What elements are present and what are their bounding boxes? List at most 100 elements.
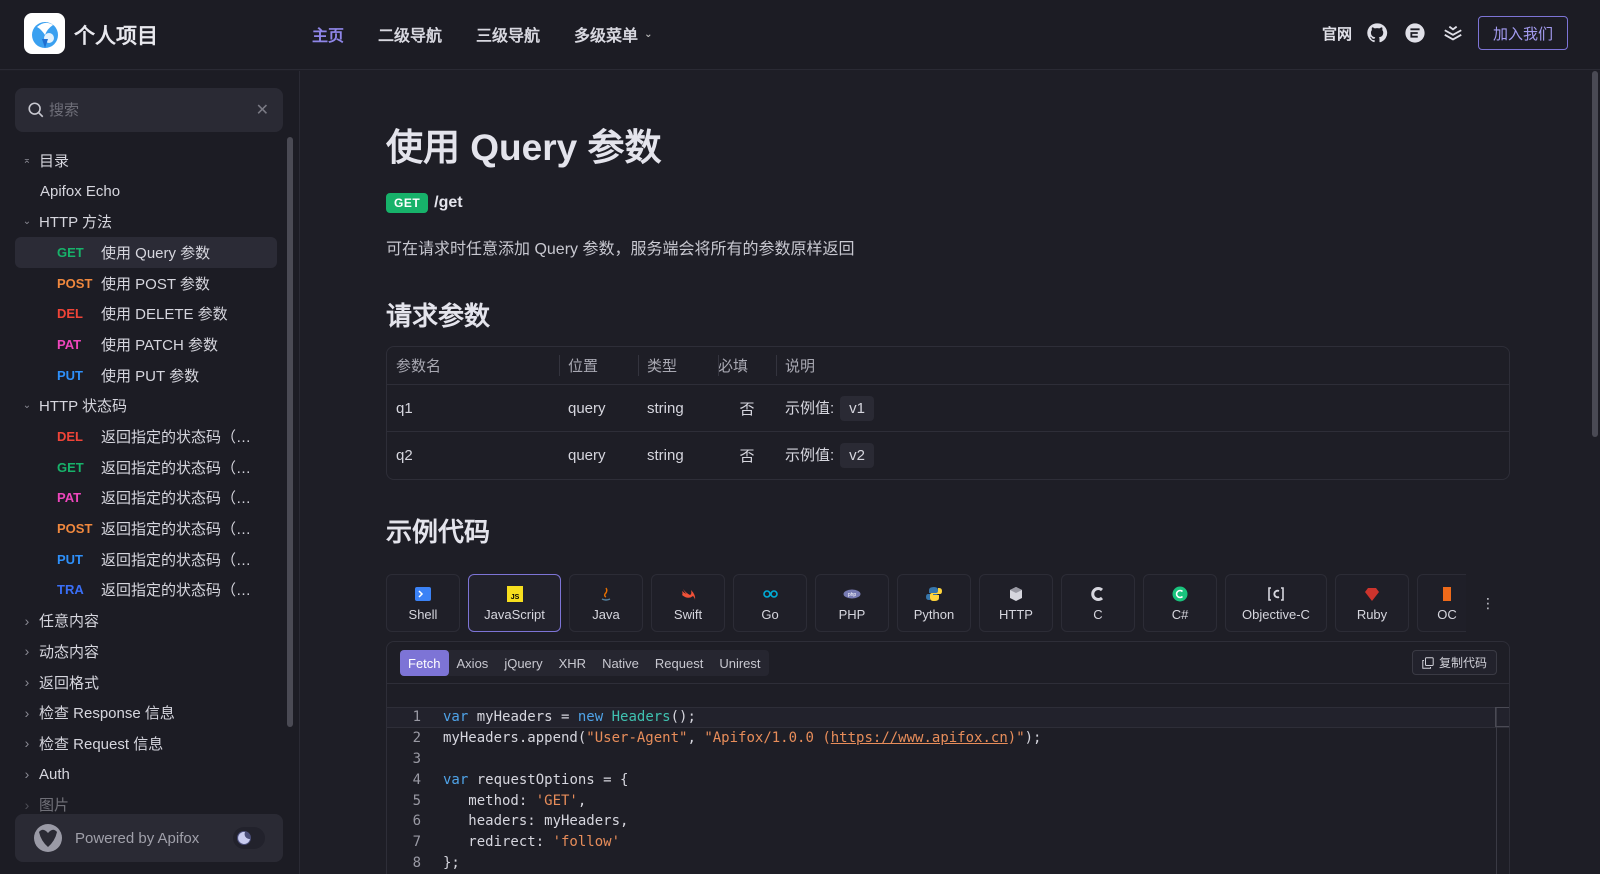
lang-tab-go[interactable]: Go xyxy=(733,574,807,632)
collapse-all-icon[interactable]: ⌅ xyxy=(15,155,39,166)
method-tag: PAT xyxy=(57,336,82,352)
chevron-right-icon[interactable]: › xyxy=(15,643,39,659)
nav-tertiary[interactable]: 三级导航 xyxy=(476,22,540,46)
sidebar-folder[interactable]: › 任意内容 xyxy=(15,605,277,636)
main-scrollbar[interactable] xyxy=(1592,71,1598,437)
chevron-down-icon[interactable]: ⌄ xyxy=(15,400,39,411)
join-us-button[interactable]: 加入我们 xyxy=(1477,16,1568,50)
sidebar-folder[interactable]: › 返回格式 xyxy=(15,667,277,698)
lib-tab-xhr[interactable]: XHR xyxy=(551,650,594,676)
lib-tab-axios[interactable]: Axios xyxy=(449,650,497,676)
code-editor[interactable]: 1 var myHeaders = new Headers(); 2 myHeade… xyxy=(387,707,1509,873)
lang-name: JavaScript xyxy=(484,606,545,622)
lang-tab-swift[interactable]: Swift xyxy=(651,574,725,632)
sidebar-folder[interactable]: ⌄ HTTP 状态码 xyxy=(15,391,277,422)
sidebar-api-item[interactable]: POST 使用 POST 参数 xyxy=(15,268,277,299)
search-input[interactable] xyxy=(49,101,249,119)
github-icon[interactable] xyxy=(1364,20,1390,46)
sidebar-api-item[interactable]: PAT 返回指定的状态码（可... xyxy=(15,483,277,514)
sidebar-folder[interactable]: › Auth xyxy=(15,759,277,790)
endpoint-path: /get xyxy=(434,194,463,211)
lib-tab-jquery[interactable]: jQuery xyxy=(496,650,550,676)
more-languages-button[interactable]: ⋮ xyxy=(1466,574,1510,632)
chevron-right-icon[interactable]: › xyxy=(15,705,39,721)
lang-tab-python[interactable]: Python xyxy=(897,574,971,632)
code-line: 5 method: 'GET', xyxy=(387,790,1509,811)
sidebar-folder-label: Auth xyxy=(39,765,70,783)
endpoint-description: 可在请求时任意添加 Query 参数，服务端会将所有的参数原样返回 xyxy=(386,241,855,258)
sidebar-item-label: 使用 PUT 参数 xyxy=(101,367,200,385)
gitee-icon[interactable] xyxy=(1402,20,1428,46)
chevron-right-icon[interactable]: › xyxy=(15,797,39,813)
line-number: 1 xyxy=(412,709,421,726)
nav-multilevel-label: 多级菜单 xyxy=(574,28,639,45)
code-line: 2 myHeaders.append("User-Agent", "Apifox/… xyxy=(387,728,1509,749)
sidebar-folder-label: 检查 Request 信息 xyxy=(39,735,164,753)
lang-tab-ruby[interactable]: Ruby xyxy=(1335,574,1409,632)
lang-tab-objective-c[interactable]: Objective-C xyxy=(1225,574,1327,632)
method-tag: POST xyxy=(57,275,93,291)
sidebar-folder-label: 动态内容 xyxy=(39,643,100,661)
sidebar-api-item[interactable]: DEL 返回指定的状态码（可... xyxy=(15,421,277,452)
sidebar-item-label: Apifox Echo xyxy=(40,182,121,200)
code-scrollbar[interactable] xyxy=(1495,707,1509,727)
ruby-icon xyxy=(1363,585,1381,603)
chevron-down-icon[interactable]: ⌄ xyxy=(15,216,39,227)
sidebar-api-item[interactable]: PUT 返回指定的状态码（可... xyxy=(15,544,277,575)
table-row: q1 query string 否 示例值: v1 xyxy=(387,385,1509,432)
lib-tab-request[interactable]: Request xyxy=(647,650,711,676)
sidebar-api-item[interactable]: GET 使用 Query 参数 xyxy=(15,237,277,268)
layers-icon[interactable] xyxy=(1440,20,1466,46)
code-panel: Fetch Axios jQuery XHR Native Request Un… xyxy=(386,641,1510,874)
chevron-right-icon[interactable]: › xyxy=(15,735,39,751)
sidebar-api-item[interactable]: POST 返回指定的状态码（可... xyxy=(15,513,277,544)
chevron-down-icon: ⌄ xyxy=(644,28,653,40)
sidebar-folder[interactable]: › 检查 Response 信息 xyxy=(15,697,277,728)
sidebar-item-label: 使用 Query 参数 xyxy=(101,244,211,262)
lib-tab-native[interactable]: Native xyxy=(594,650,647,676)
sidebar-folder-label: HTTP 状态码 xyxy=(39,398,128,416)
sidebar-item[interactable]: Apifox Echo xyxy=(15,176,277,207)
ocaml-icon xyxy=(1438,585,1456,603)
method-tag: DEL xyxy=(57,306,83,322)
official-site-link[interactable]: 官网 xyxy=(1322,23,1352,44)
lang-tab-php[interactable]: php PHP xyxy=(815,574,889,632)
sidebar-api-item[interactable]: TRA 返回指定的状态码（可... xyxy=(15,575,277,606)
lib-tab-fetch[interactable]: Fetch xyxy=(400,650,449,676)
lang-tab-java[interactable]: Java xyxy=(569,574,643,632)
lang-tab-http[interactable]: HTTP xyxy=(979,574,1053,632)
lang-name: OC xyxy=(1437,606,1457,622)
chevron-right-icon[interactable]: › xyxy=(15,613,39,629)
sidebar-api-item[interactable]: GET 返回指定的状态码（可... xyxy=(15,452,277,483)
nav-home[interactable]: 主页 xyxy=(312,22,344,46)
sidebar-item-label: 返回指定的状态码（可... xyxy=(101,429,263,447)
sidebar-api-item[interactable]: PAT 使用 PATCH 参数 xyxy=(15,329,277,360)
chevron-right-icon[interactable]: › xyxy=(15,674,39,690)
toc-label: 目录 xyxy=(39,152,70,170)
lang-tab-javascript[interactable]: JS JavaScript xyxy=(468,574,561,632)
theme-toggle[interactable] xyxy=(233,827,265,849)
sidebar-folder[interactable]: › 动态内容 xyxy=(15,636,277,667)
svg-text:JS: JS xyxy=(510,594,519,601)
param-name: q1 xyxy=(387,385,559,432)
sidebar-folder[interactable]: ⌄ HTTP 方法 xyxy=(15,206,277,237)
chevron-right-icon[interactable]: › xyxy=(15,766,39,782)
lib-tab-unirest[interactable]: Unirest xyxy=(711,650,768,676)
lang-tab-shell[interactable]: Shell xyxy=(386,574,460,632)
sidebar-scrollbar[interactable] xyxy=(287,137,293,727)
powered-by-bar: Powered by Apifox xyxy=(15,814,283,862)
line-number: 7 xyxy=(412,834,421,851)
code-text: headers: myHeaders, xyxy=(443,813,629,830)
clear-icon[interactable]: ✕ xyxy=(256,100,269,120)
sidebar-folder[interactable]: › 检查 Request 信息 xyxy=(15,728,277,759)
copy-code-button[interactable]: 复制代码 xyxy=(1411,650,1497,675)
nav-secondary[interactable]: 二级导航 xyxy=(378,22,442,46)
lang-tab-c[interactable]: C xyxy=(1061,574,1135,632)
sidebar-api-item[interactable]: DEL 使用 DELETE 参数 xyxy=(15,298,277,329)
sidebar-api-item[interactable]: PUT 使用 PUT 参数 xyxy=(15,360,277,391)
nav-multilevel-menu[interactable]: 多级菜单 ⌄ xyxy=(574,22,652,46)
lang-tab-csharp[interactable]: C# xyxy=(1143,574,1217,632)
toc-header[interactable]: ⌅ 目录 xyxy=(15,145,277,176)
code-scroll-track xyxy=(1496,707,1497,874)
site-logo[interactable] xyxy=(24,13,65,54)
